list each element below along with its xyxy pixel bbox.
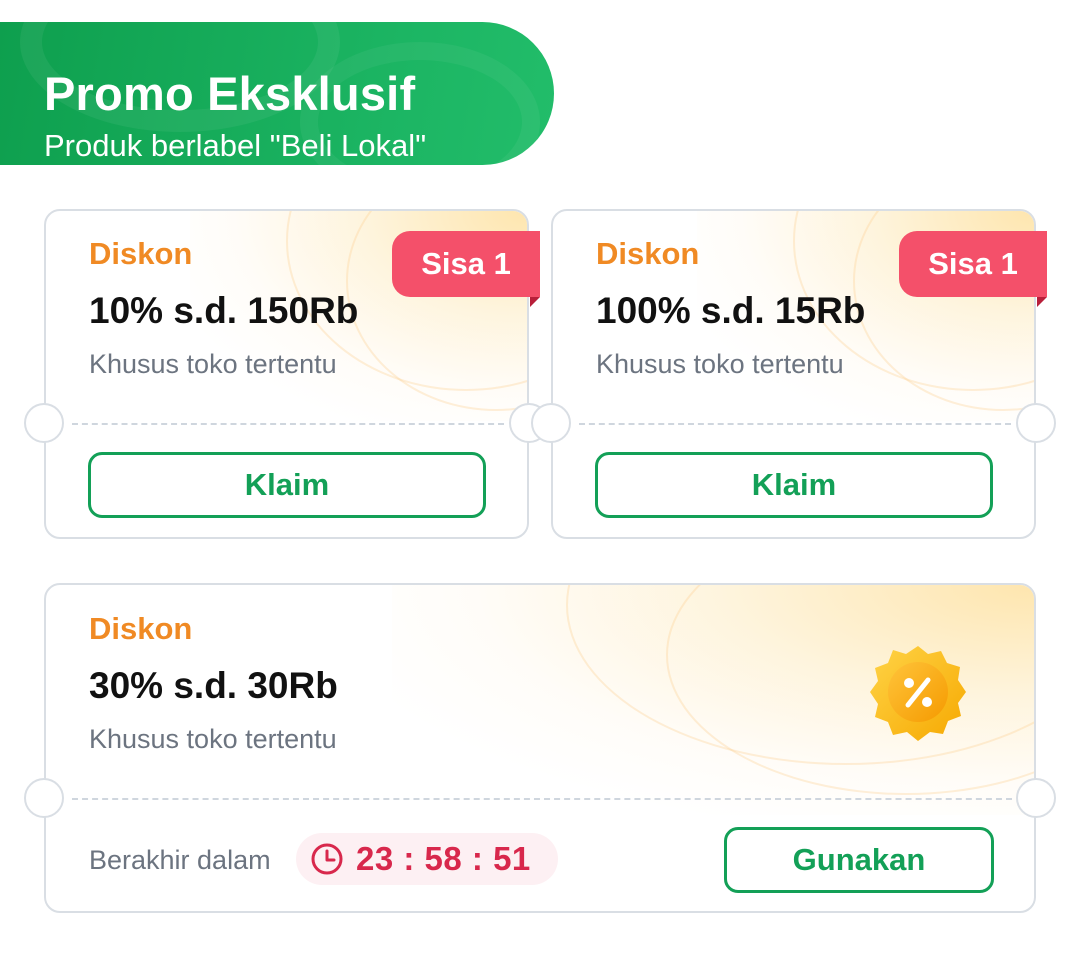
page-subtitle: Produk berlabel "Beli Lokal" (44, 128, 427, 163)
expire-label: Berakhir dalam (89, 845, 271, 875)
coupon-notch (24, 778, 64, 818)
coupon-divider (72, 798, 1012, 800)
stock-remaining-tag: Sisa 1 (392, 231, 540, 297)
coupon-value: 100% s.d. 15Rb (596, 290, 866, 331)
tag-fold (1037, 297, 1047, 307)
countdown-timer: 23 : 58 : 51 (296, 833, 558, 885)
coupon-divider (579, 423, 1011, 425)
stock-remaining-tag: Sisa 1 (899, 231, 1047, 297)
coupon-description: Khusus toko tertentu (89, 724, 337, 754)
coupon-type-label: Diskon (596, 236, 700, 271)
page-title: Promo Eksklusif (44, 67, 416, 120)
coupon-type-label: Diskon (89, 236, 193, 271)
coupon-notch (24, 403, 64, 443)
coupon-notch (1016, 778, 1056, 818)
coupon-notch (1016, 403, 1056, 443)
clock-icon (311, 843, 343, 875)
percent-badge-icon (870, 646, 966, 741)
claim-button[interactable]: Klaim (88, 452, 486, 518)
promo-header-banner: Promo Eksklusif Produk berlabel "Beli Lo… (0, 22, 554, 165)
coupon-divider (72, 423, 504, 425)
claim-button[interactable]: Klaim (595, 452, 993, 518)
coupon-description: Khusus toko tertentu (89, 349, 337, 379)
countdown-value: 23 : 58 : 51 (356, 840, 531, 877)
coupon-value: 10% s.d. 150Rb (89, 290, 359, 331)
coupon-type-label: Diskon (89, 611, 193, 646)
tag-fold (530, 297, 540, 307)
coupon-notch (531, 403, 571, 443)
use-button[interactable]: Gunakan (724, 827, 994, 893)
coupon-description: Khusus toko tertentu (596, 349, 844, 379)
coupon-value: 30% s.d. 30Rb (89, 665, 338, 706)
